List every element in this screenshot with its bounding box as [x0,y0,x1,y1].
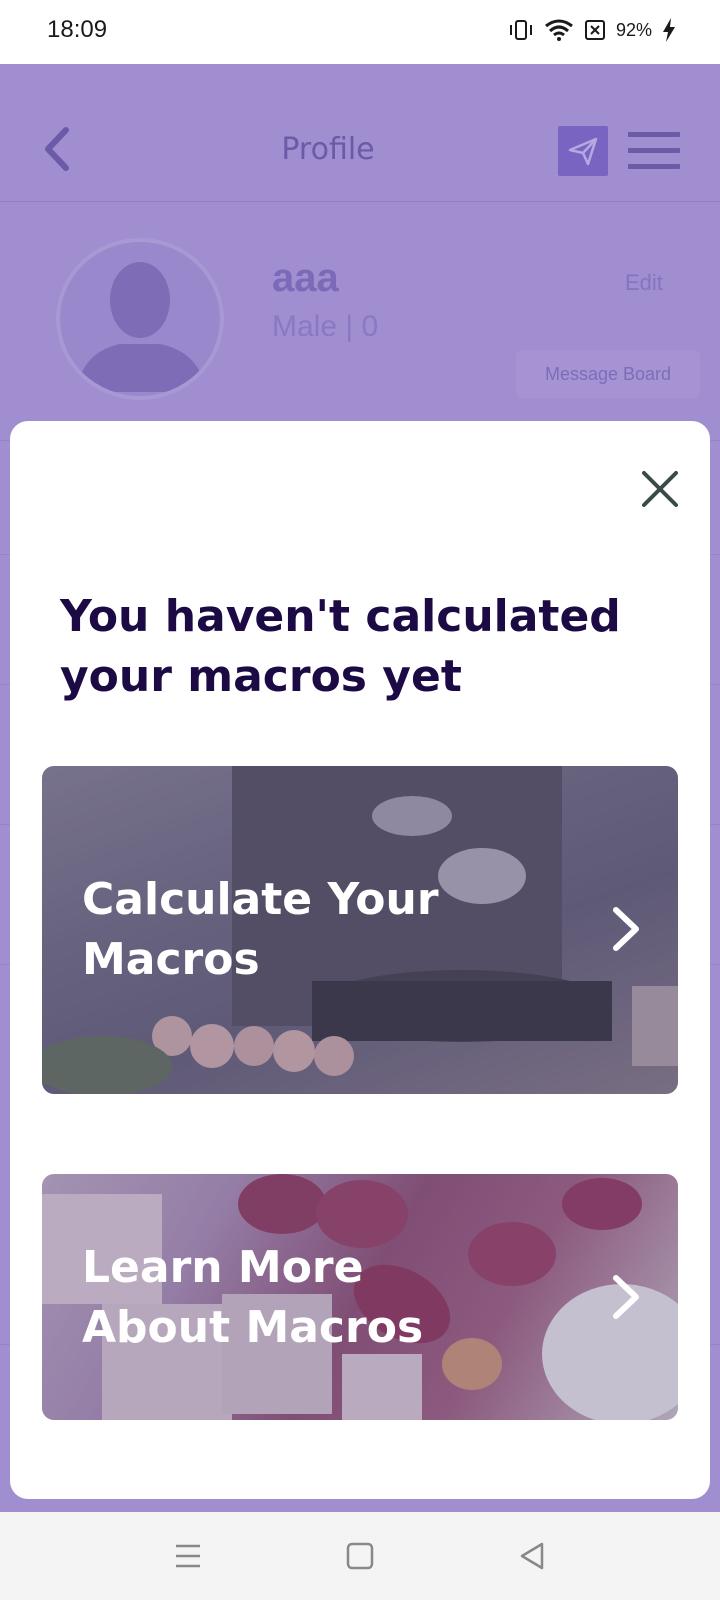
calculate-macros-card[interactable]: Calculate Your Macros [42,766,678,1094]
edit-link[interactable]: Edit [625,270,663,296]
chevron-right-icon [613,1275,639,1319]
status-icons: 92% [508,18,676,42]
person-icon [76,262,206,392]
learn-macros-label: Learn More About Macros [82,1242,424,1353]
charging-icon [663,18,675,42]
vibrate-icon [509,20,532,40]
back-nav-icon[interactable] [516,1540,548,1572]
wifi-icon [545,19,573,41]
menu-icon [628,132,680,137]
send-icon [568,137,598,166]
calculate-macros-label: Calculate Your Macros [82,874,439,985]
send-button[interactable] [558,126,608,176]
status-bar: 18:09 92% [0,0,720,64]
system-nav-bar [0,1512,720,1600]
user-name: aaa [272,256,339,300]
close-icon [642,471,678,507]
no-sim-icon [584,20,605,40]
user-meta: Male | 0 [272,310,379,343]
message-board-button[interactable]: Message Board [516,350,700,398]
avatar [56,238,224,400]
chevron-right-icon [613,907,639,951]
close-button[interactable] [630,459,690,519]
battery-percent: 92% [615,19,652,40]
learn-macros-card[interactable]: Learn More About Macros [42,1174,678,1420]
menu-button[interactable] [628,130,680,172]
recent-apps-icon[interactable] [172,1540,204,1572]
app-header: Profile [0,64,720,202]
home-icon[interactable] [344,1540,376,1572]
modal-title: You haven't calculated your macros yet [60,591,621,702]
status-time: 18:09 [47,16,108,43]
macros-modal: You haven't calculated your macros yet C… [10,421,710,1499]
